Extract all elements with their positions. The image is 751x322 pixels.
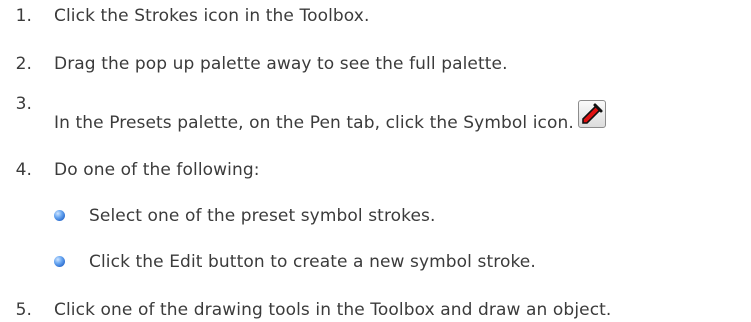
bullet-icon <box>54 256 65 267</box>
instructions-list: 1. Click the Strokes icon in the Toolbox… <box>0 0 751 322</box>
bullet-text: Click the Edit button to create a new sy… <box>89 252 536 272</box>
bullet-text: Select one of the preset symbol strokes. <box>89 206 436 226</box>
step-text: Do one of the following: <box>54 160 260 180</box>
step-number: 1. <box>15 6 32 26</box>
step-text: Drag the pop up palette away to see the … <box>54 54 508 74</box>
step-number: 5. <box>15 300 32 320</box>
symbol-icon <box>577 100 606 128</box>
step-text: Click the Strokes icon in the Toolbox. <box>54 6 370 26</box>
bullet-icon <box>54 210 65 221</box>
step-number: 3. <box>15 94 32 114</box>
step-text: In the Presets palette, on the Pen tab, … <box>54 113 574 133</box>
step-text-wrapper: In the Presets palette, on the Pen tab, … <box>54 100 606 133</box>
step-number: 4. <box>15 160 32 180</box>
step-number: 2. <box>15 54 32 74</box>
step-text: Click one of the drawing tools in the To… <box>54 300 612 320</box>
